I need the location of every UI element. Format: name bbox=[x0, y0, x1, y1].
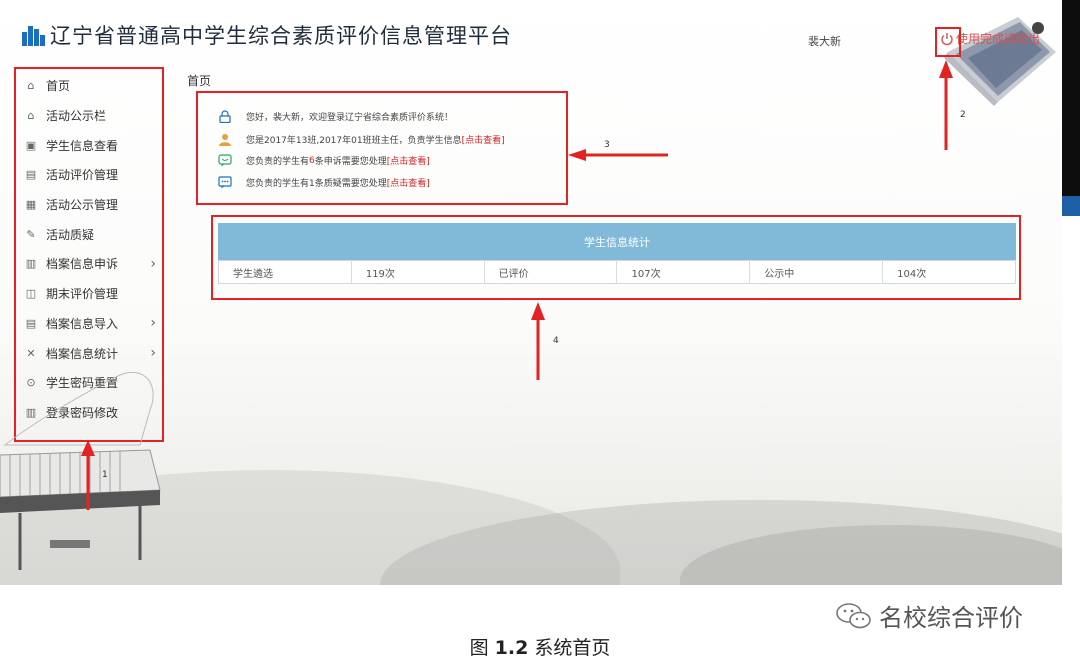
watermark-text: 名校综合评价 bbox=[879, 604, 1023, 632]
app-screenshot: 辽宁省普通高中学生综合素质评价信息管理平台 裴大新 使用完成请退出 ⌂ 首页 ⌂ 活动… bbox=[0, 0, 1062, 585]
edit-icon: ✎ bbox=[26, 227, 36, 241]
view-doubts-link[interactable]: [点击查看] bbox=[387, 176, 430, 189]
appeal-icon: ▥ bbox=[25, 257, 37, 271]
sidebar-item-label: 活动公示管理 bbox=[46, 198, 119, 213]
term-eval-icon: ◫ bbox=[25, 287, 37, 301]
annotation-4: 4 bbox=[553, 336, 559, 346]
notice-panel: 您好，裴大新，欢迎登录辽宁省综合素质评价系统！ 您是2017年13班,2017年… bbox=[196, 91, 568, 205]
sidebar-item-6[interactable]: ▥ 档案信息申诉 › bbox=[24, 249, 162, 279]
student-stats-panel: 学生信息统计 学生遴选 119次 已评价 107次 公示中 104次 bbox=[211, 215, 1021, 300]
sidebar-item-label: 期末评价管理 bbox=[46, 287, 119, 302]
logo-icon bbox=[22, 24, 46, 46]
doubts-text: 您负责的学生有1条质疑需要您处理 bbox=[246, 179, 387, 189]
app-title: 辽宁省普通高中学生综合素质评价信息管理平台 bbox=[50, 24, 512, 48]
sidebar-item-label: 档案信息导入 bbox=[46, 316, 119, 331]
chat-icon bbox=[218, 176, 232, 189]
grid-icon: ▦ bbox=[25, 198, 37, 212]
caption-text: 系统首页 bbox=[534, 637, 611, 659]
breadcrumb: 首页 bbox=[187, 74, 212, 88]
appeals-notice: 您负责的学生有 6 条申诉需要您处理 [点击查看] bbox=[218, 154, 430, 167]
sidebar-item-1[interactable]: ⌂ 活动公示栏 bbox=[24, 101, 162, 131]
window-edge bbox=[1062, 0, 1080, 585]
bulletin-icon: ⌂ bbox=[27, 109, 35, 123]
evaluation-icon: ▤ bbox=[25, 168, 37, 182]
caption-prefix: 图 bbox=[469, 637, 489, 659]
sidebar-item-4[interactable]: ▦ 活动公示管理 bbox=[24, 190, 162, 220]
logout-label: 使用完成请退出 bbox=[956, 32, 1041, 46]
doubts-notice: 您负责的学生有1条质疑需要您处理 [点击查看] bbox=[218, 176, 430, 189]
wechat-icon bbox=[836, 602, 871, 628]
stats-row: 学生遴选 119次 已评价 107次 公示中 104次 bbox=[218, 260, 1016, 284]
welcome-notice: 您好，裴大新，欢迎登录辽宁省综合素质评价系统！ bbox=[218, 110, 453, 123]
import-icon: ▤ bbox=[25, 316, 37, 330]
user-name[interactable]: 裴大新 bbox=[808, 33, 841, 49]
piano-illustration bbox=[0, 372, 161, 570]
role-text: 您是2017年13班,2017年01班班主任，负责学生信息 bbox=[246, 136, 462, 146]
logout-highlight bbox=[935, 27, 961, 57]
stats-evaluated-count: 107次 bbox=[617, 261, 751, 283]
view-appeals-link[interactable]: [点击查看] bbox=[387, 154, 430, 167]
app-logo: 辽宁省普通高中学生综合素质评价信息管理平台 bbox=[22, 20, 512, 50]
annotation-1: 1 bbox=[102, 470, 108, 480]
sidebar-item-7[interactable]: ◫ 期末评价管理 bbox=[24, 279, 162, 309]
welcome-text: 您好，裴大新，欢迎登录辽宁省综合素质评价系统！ bbox=[246, 113, 454, 123]
chevron-right-icon: › bbox=[150, 315, 156, 332]
caption-number: 1.2 bbox=[494, 637, 529, 659]
sidebar-item-0[interactable]: ⌂ 首页 bbox=[24, 71, 162, 101]
sidebar-item-label: 活动评价管理 bbox=[46, 168, 119, 183]
sidebar-item-3[interactable]: ▤ 活动评价管理 bbox=[24, 160, 162, 190]
stats-evaluated-label: 已评价 bbox=[485, 261, 618, 283]
home-icon: ⌂ bbox=[27, 79, 35, 93]
stats-publicizing-count: 104次 bbox=[897, 268, 927, 280]
figure-caption: 图 1.2 系统首页 bbox=[0, 633, 1080, 660]
chevron-right-icon: › bbox=[150, 255, 156, 272]
stats-selection-label: 学生遴选 bbox=[219, 261, 352, 283]
sidebar-item-5[interactable]: ✎ 活动质疑 bbox=[24, 219, 162, 249]
message-icon bbox=[218, 154, 232, 167]
lock-icon bbox=[219, 110, 231, 123]
sidebar-item-label: 活动公示栏 bbox=[46, 109, 107, 124]
stats-selection-count: 119次 bbox=[352, 261, 485, 283]
user-icon bbox=[219, 134, 231, 146]
stats-title: 学生信息统计 bbox=[218, 223, 1016, 260]
role-notice: 您是2017年13班,2017年01班班主任，负责学生信息 [点击查看] bbox=[218, 133, 505, 146]
sidebar-item-2[interactable]: ▣ 学生信息查看 bbox=[24, 130, 162, 160]
appeals-text-pre: 您负责的学生有 bbox=[246, 157, 310, 167]
view-students-link[interactable]: [点击查看] bbox=[462, 133, 505, 146]
student-info-icon: ▣ bbox=[25, 138, 37, 152]
sidebar-item-8[interactable]: ▤ 档案信息导入 › bbox=[24, 309, 162, 339]
sidebar-item-label: 活动质疑 bbox=[46, 227, 95, 242]
sidebar-item-label: 档案信息申诉 bbox=[46, 257, 119, 272]
wechat-watermark: 名校综合评价 bbox=[835, 598, 1023, 633]
annotation-3: 3 bbox=[604, 140, 610, 150]
sidebar-item-label: 学生信息查看 bbox=[46, 138, 119, 153]
sidebar-item-label: 首页 bbox=[46, 79, 71, 94]
stats-publicizing-label: 公示中 bbox=[750, 261, 884, 283]
annotation-2: 2 bbox=[960, 110, 966, 120]
appeals-text-post: 条申诉需要您处理 bbox=[314, 157, 387, 167]
